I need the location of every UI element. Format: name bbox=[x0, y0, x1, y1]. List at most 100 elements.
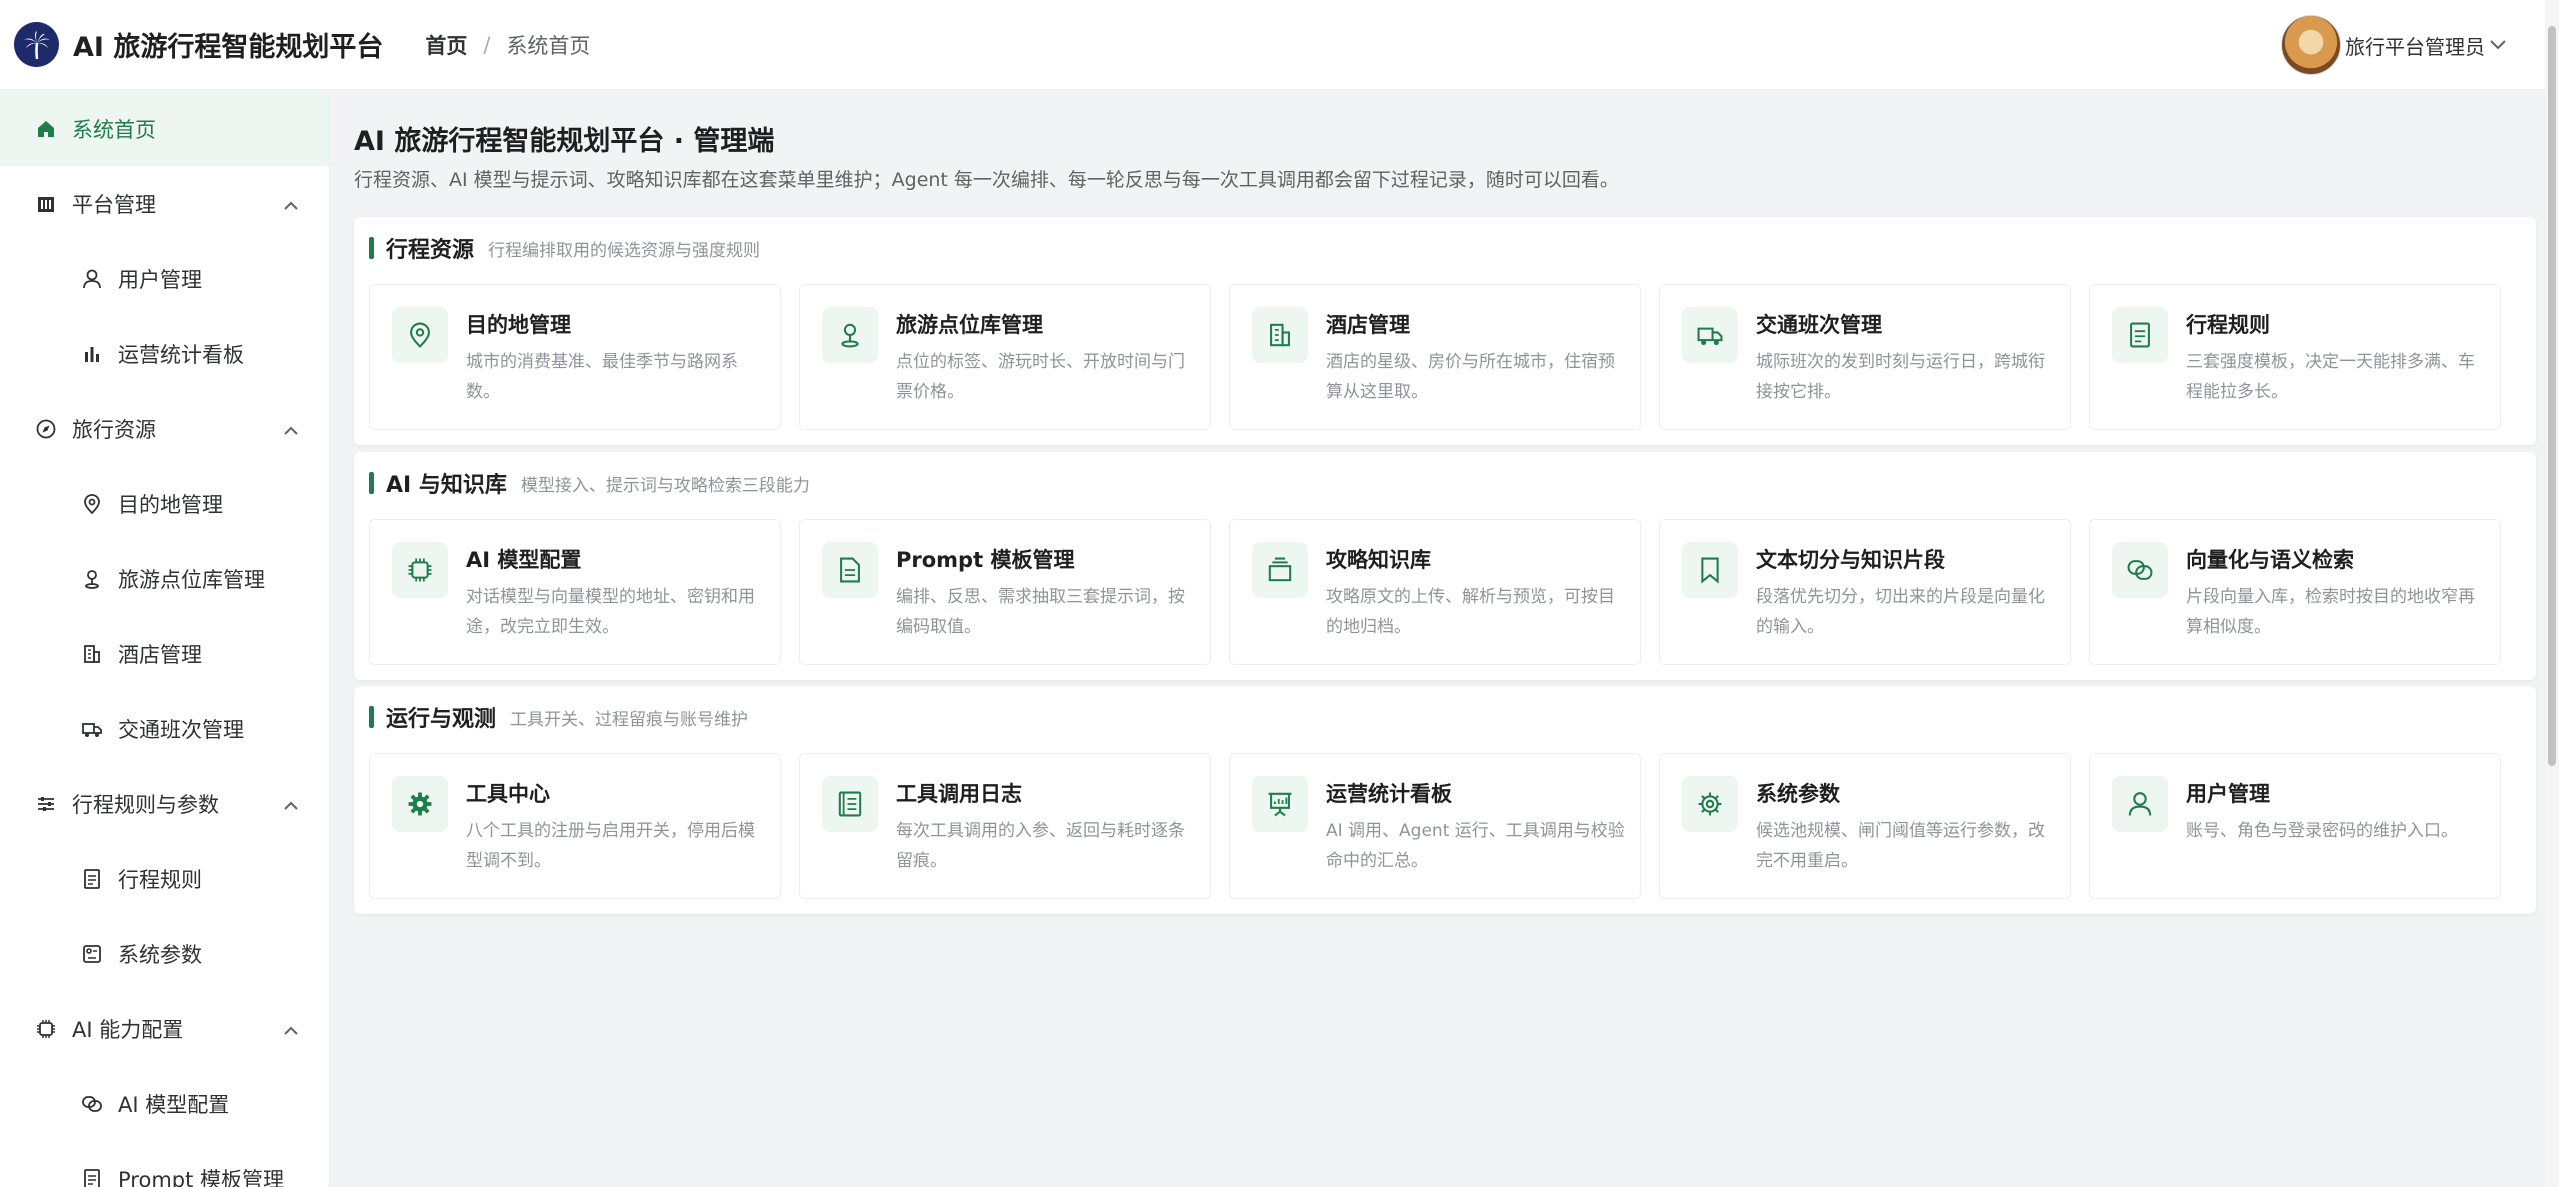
card-description: 城市的消费基准、最佳季节与路网系数。 bbox=[466, 352, 738, 402]
sidebar-item-label: 系统首页 bbox=[72, 117, 156, 142]
sidebar-item-rules-and-params[interactable]: 行程规则与参数 bbox=[0, 766, 329, 841]
card-ai-model-config[interactable]: AI 模型配置 对话模型与向量模型的地址、密钥和用途，改完立即生效。 bbox=[369, 519, 781, 665]
section-header: 行程资源 行程编排取用的候选资源与强度规则 bbox=[369, 235, 760, 263]
sidebar-item-label: AI 能力配置 bbox=[72, 1017, 184, 1042]
card-description: 三套强度模板，决定一天能排多满、车程能拉多长。 bbox=[2186, 352, 2475, 402]
section-header: AI 与知识库 模型接入、提示词与攻略检索三段能力 bbox=[369, 470, 810, 498]
card-description: 城际班次的发到时刻与运行日，跨城衔接按它排。 bbox=[1756, 352, 2045, 402]
app-title: AI 旅游行程智能规划平台 bbox=[73, 32, 384, 63]
card-title: 用户管理 bbox=[2186, 782, 2270, 806]
sidebar-item-poi-library[interactable]: 旅游点位库管理 bbox=[0, 541, 329, 616]
sidebar-item-label: 酒店管理 bbox=[118, 642, 202, 667]
palm-tree-logo-icon[interactable] bbox=[14, 22, 59, 67]
building-columns-icon bbox=[34, 192, 58, 216]
sidebar-item-home[interactable]: 系统首页 bbox=[0, 91, 329, 166]
page-scrollbar[interactable] bbox=[2545, 0, 2559, 1187]
sidebar-item-label: 运营统计看板 bbox=[118, 342, 244, 367]
link-icon bbox=[80, 1092, 104, 1116]
avatar[interactable] bbox=[2281, 15, 2341, 75]
card-title: AI 模型配置 bbox=[466, 548, 582, 572]
card-title: 工具中心 bbox=[466, 782, 550, 806]
section-runtime-observe: 运行与观测 工具开关、过程留痕与账号维护 工具中心 八个工具的注册与启用开关，停… bbox=[354, 686, 2536, 914]
gear-icon bbox=[1682, 776, 1738, 832]
sidebar-item-itinerary-rules[interactable]: 行程规则 bbox=[0, 841, 329, 916]
card-vector-search[interactable]: 向量化与语义检索 片段向量入库，检索时按目的地收窄再算相似度。 bbox=[2089, 519, 2501, 665]
sliders-icon bbox=[34, 792, 58, 816]
card-destination-management[interactable]: 目的地管理 城市的消费基准、最佳季节与路网系数。 bbox=[369, 284, 781, 430]
sidebar-item-system-params[interactable]: 系统参数 bbox=[0, 916, 329, 991]
chevron-up-icon[interactable] bbox=[283, 793, 299, 817]
hotel-icon bbox=[1252, 307, 1308, 363]
card-tool-call-log[interactable]: 工具调用日志 每次工具调用的入参、返回与耗时逐条留痕。 bbox=[799, 753, 1211, 899]
breadcrumb: 首页 / 系统首页 bbox=[425, 30, 590, 60]
section-subtitle: 模型接入、提示词与攻略检索三段能力 bbox=[520, 475, 810, 496]
sidebar-item-label: Prompt 模板管理 bbox=[118, 1167, 285, 1187]
page-description: 行程资源、AI 模型与提示词、攻略知识库都在这套菜单里维护；Agent 每一次编… bbox=[354, 169, 1619, 191]
user-icon bbox=[80, 267, 104, 291]
truck-icon bbox=[1682, 307, 1738, 363]
scrollbar-thumb[interactable] bbox=[2548, 26, 2556, 766]
card-description: 编排、反思、需求抽取三套提示词，按编码取值。 bbox=[896, 587, 1185, 637]
card-transport-schedule[interactable]: 交通班次管理 城际班次的发到时刻与运行日，跨城衔接按它排。 bbox=[1659, 284, 2071, 430]
card-description: 八个工具的注册与启用开关，停用后模型调不到。 bbox=[466, 821, 755, 871]
sidebar-item-destination-management[interactable]: 目的地管理 bbox=[0, 466, 329, 541]
user-name[interactable]: 旅行平台管理员 bbox=[2345, 31, 2485, 60]
chip-icon bbox=[34, 1017, 58, 1041]
gear-filled-icon bbox=[392, 776, 448, 832]
card-title: 酒店管理 bbox=[1326, 313, 1410, 337]
location-icon bbox=[80, 567, 104, 591]
chevron-up-icon[interactable] bbox=[283, 193, 299, 217]
bookmark-icon bbox=[1682, 542, 1738, 598]
document-icon bbox=[822, 542, 878, 598]
card-prompt-template[interactable]: Prompt 模板管理 编排、反思、需求抽取三套提示词，按编码取值。 bbox=[799, 519, 1211, 665]
page-title: AI 旅游行程智能规划平台 · 管理端 bbox=[354, 126, 775, 157]
card-title: 系统参数 bbox=[1756, 782, 1840, 806]
section-title: AI 与知识库 bbox=[386, 473, 507, 498]
card-poi-library[interactable]: 旅游点位库管理 点位的标签、游玩时长、开放时间与门票价格。 bbox=[799, 284, 1211, 430]
section-subtitle: 工具开关、过程留痕与账号维护 bbox=[510, 709, 749, 730]
breadcrumb-home-link[interactable]: 首页 bbox=[425, 30, 467, 60]
sidebar-item-label: 行程规则 bbox=[118, 867, 202, 892]
sidebar-item-ops-dashboard[interactable]: 运营统计看板 bbox=[0, 316, 329, 391]
sidebar-item-hotel-management[interactable]: 酒店管理 bbox=[0, 616, 329, 691]
user-menu[interactable]: 旅行平台管理员 bbox=[2281, 15, 2507, 75]
card-tool-center[interactable]: 工具中心 八个工具的注册与启用开关，停用后模型调不到。 bbox=[369, 753, 781, 899]
card-text-chunking[interactable]: 文本切分与知识片段 段落优先切分，切出来的片段是向量化的输入。 bbox=[1659, 519, 2071, 665]
card-title: 旅游点位库管理 bbox=[896, 313, 1043, 337]
truck-icon bbox=[80, 717, 104, 741]
sidebar-item-label: 行程规则与参数 bbox=[72, 792, 219, 817]
location-icon bbox=[822, 307, 878, 363]
chevron-down-icon[interactable] bbox=[2489, 36, 2507, 55]
card-itinerary-rules[interactable]: 行程规则 三套强度模板，决定一天能排多满、车程能拉多长。 bbox=[2089, 284, 2501, 430]
card-title: 运营统计看板 bbox=[1326, 782, 1452, 806]
chevron-up-icon[interactable] bbox=[283, 1018, 299, 1042]
sidebar: 系统首页 平台管理 用户管理 运营统计看板 旅行资源 目的地管理 旅游点位库管理… bbox=[0, 91, 330, 1187]
card-description: 点位的标签、游玩时长、开放时间与门票价格。 bbox=[896, 352, 1185, 402]
log-icon bbox=[822, 776, 878, 832]
card-title: 目的地管理 bbox=[466, 313, 571, 337]
sidebar-item-platform-management[interactable]: 平台管理 bbox=[0, 166, 329, 241]
compass-icon bbox=[34, 417, 58, 441]
chip-icon bbox=[392, 542, 448, 598]
hotel-icon bbox=[80, 642, 104, 666]
chevron-up-icon[interactable] bbox=[283, 418, 299, 442]
sidebar-item-ai-config[interactable]: AI 能力配置 bbox=[0, 991, 329, 1066]
sidebar-item-ai-model-config[interactable]: AI 模型配置 bbox=[0, 1066, 329, 1141]
map-pin-icon bbox=[392, 307, 448, 363]
sidebar-item-label: 用户管理 bbox=[118, 267, 202, 292]
card-ops-dashboard[interactable]: 运营统计看板 AI 调用、Agent 运行、工具调用与校验命中的汇总。 bbox=[1229, 753, 1641, 899]
card-user-management[interactable]: 用户管理 账号、角色与登录密码的维护入口。 bbox=[2089, 753, 2501, 899]
card-description: 片段向量入库，检索时按目的地收窄再算相似度。 bbox=[2186, 587, 2475, 637]
card-description: 段落优先切分，切出来的片段是向量化的输入。 bbox=[1756, 587, 2045, 637]
settings-box-icon bbox=[80, 942, 104, 966]
bar-chart-icon bbox=[80, 342, 104, 366]
document-icon bbox=[80, 867, 104, 891]
card-system-params[interactable]: 系统参数 候选池规模、闸门阈值等运行参数，改完不用重启。 bbox=[1659, 753, 2071, 899]
sidebar-item-transport-schedule[interactable]: 交通班次管理 bbox=[0, 691, 329, 766]
top-header: AI 旅游行程智能规划平台 首页 / 系统首页 旅行平台管理员 bbox=[0, 0, 2559, 90]
sidebar-item-user-management[interactable]: 用户管理 bbox=[0, 241, 329, 316]
card-guide-knowledge-base[interactable]: 攻略知识库 攻略原文的上传、解析与预览，可按目的地归档。 bbox=[1229, 519, 1641, 665]
sidebar-item-prompt-template[interactable]: Prompt 模板管理 bbox=[0, 1141, 329, 1187]
sidebar-item-travel-resources[interactable]: 旅行资源 bbox=[0, 391, 329, 466]
card-hotel-management[interactable]: 酒店管理 酒店的星级、房价与所在城市，住宿预算从这里取。 bbox=[1229, 284, 1641, 430]
